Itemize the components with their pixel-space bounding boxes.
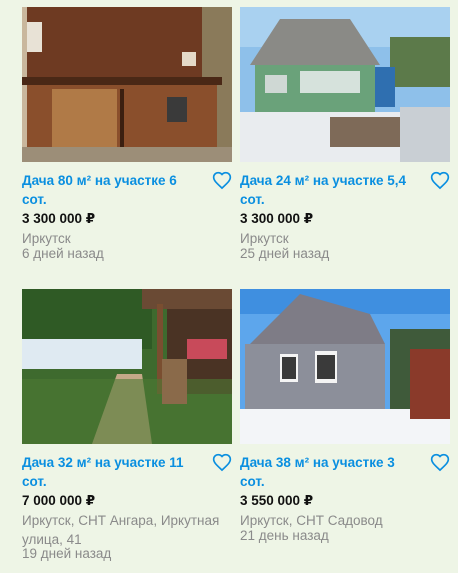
listing-card[interactable]: Дача 32 м² на участке 11 сот. 7 000 000 … — [22, 289, 232, 569]
listing-date: 21 день назад — [240, 528, 329, 543]
listing-location: Иркутск, СНТ Ангара, Иркутная улица, 41 — [22, 513, 220, 547]
listing-title[interactable]: Дача 38 м² на участке 3 сот. — [240, 453, 422, 491]
listing-photo[interactable] — [22, 7, 232, 162]
listing-price: 3 550 000 ₽ — [240, 493, 314, 508]
listing-photo[interactable] — [22, 289, 232, 444]
listing-title[interactable]: Дача 24 м² на участке 5,4 сот. — [240, 171, 422, 209]
listing-date: 19 дней назад — [22, 546, 112, 561]
listing-price: 3 300 000 ₽ — [240, 211, 314, 226]
listing-photo[interactable] — [240, 289, 450, 444]
listing-title[interactable]: Дача 32 м² на участке 11 сот. — [22, 453, 204, 491]
listing-card[interactable]: Дача 24 м² на участке 5,4 сот. 3 300 000… — [240, 7, 450, 272]
listing-date: 25 дней назад — [240, 246, 330, 261]
heart-icon[interactable] — [212, 453, 232, 473]
listing-price: 3 300 000 ₽ — [22, 211, 96, 226]
listing-card[interactable]: Дача 80 м² на участке 6 сот. 3 300 000 ₽… — [22, 7, 232, 272]
listing-price: 7 000 000 ₽ — [22, 493, 96, 508]
listing-date: 6 дней назад — [22, 246, 104, 261]
heart-icon[interactable] — [430, 171, 450, 191]
listing-card[interactable]: Дача 38 м² на участке 3 сот. 3 550 000 ₽… — [240, 289, 450, 554]
listing-photo[interactable] — [240, 7, 450, 162]
heart-icon[interactable] — [212, 171, 232, 191]
listing-title[interactable]: Дача 80 м² на участке 6 сот. — [22, 171, 204, 209]
heart-icon[interactable] — [430, 453, 450, 473]
